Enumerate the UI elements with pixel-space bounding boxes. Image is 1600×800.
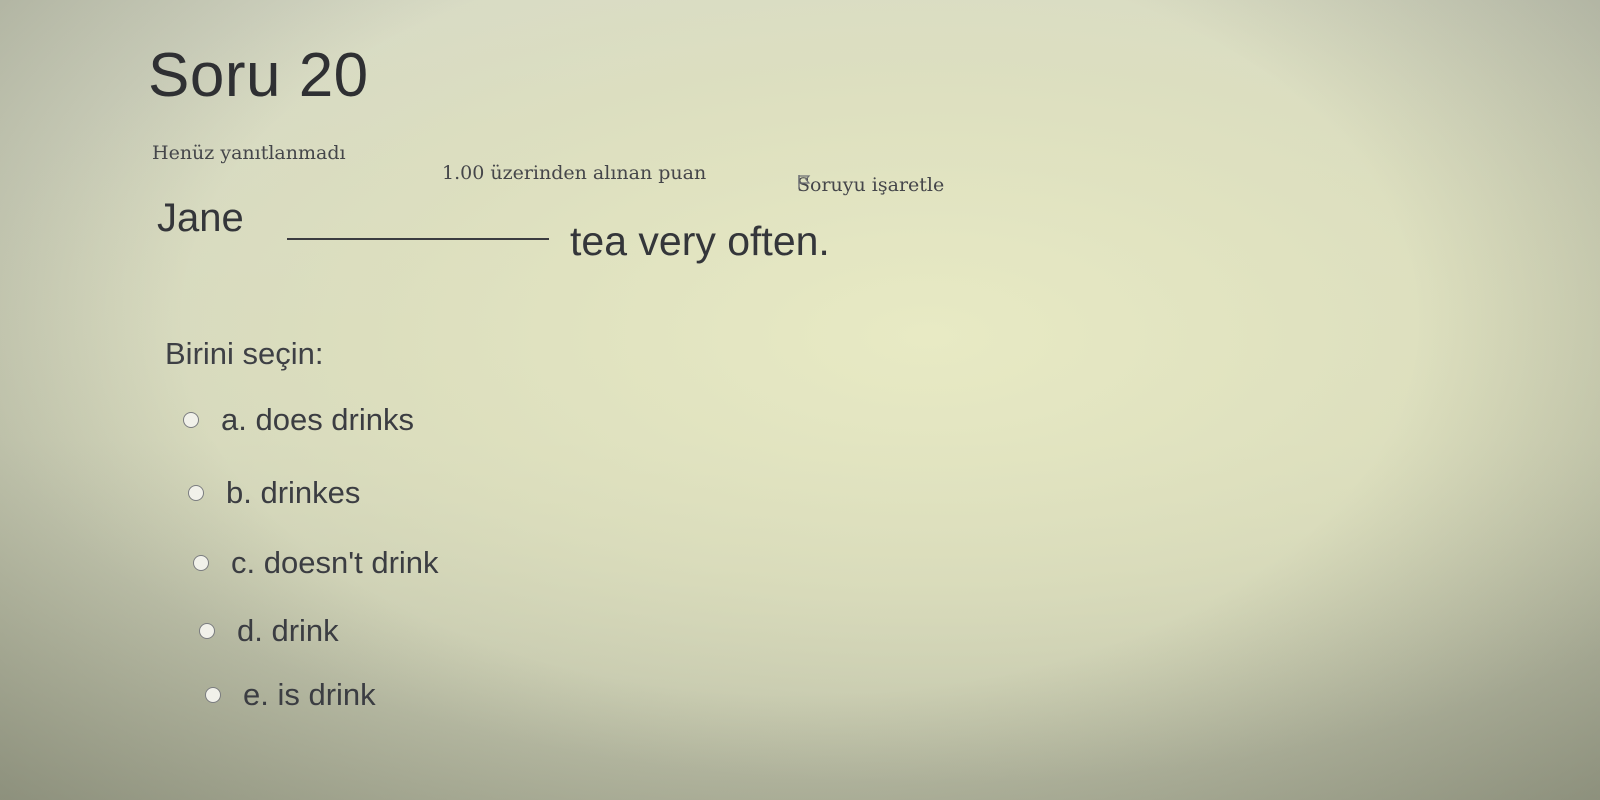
question-title: Soru 20 <box>148 41 369 110</box>
answer-option-e[interactable]: e. is drink <box>205 677 376 713</box>
flag-icon <box>797 174 811 190</box>
radio-unselected-icon[interactable] <box>193 555 209 571</box>
question-blank <box>287 238 549 240</box>
radio-unselected-icon[interactable] <box>183 412 199 428</box>
question-grade: 1.00 üzerinden alınan puan <box>442 162 707 184</box>
answer-label: a. does drinks <box>221 402 414 437</box>
answer-option-a[interactable]: a. does drinks <box>183 402 414 438</box>
answer-label: c. doesn't drink <box>231 545 439 580</box>
answer-prompt: Birini seçin: <box>165 336 324 371</box>
question-info: Henüz yanıtlanmadı 1.00 üzerinden alınan… <box>152 142 1032 196</box>
flag-question-label: Soruyu işaretle <box>797 174 945 196</box>
radio-unselected-icon[interactable] <box>199 623 215 639</box>
radio-unselected-icon[interactable] <box>205 687 221 703</box>
answer-option-c[interactable]: c. doesn't drink <box>193 545 439 581</box>
answer-option-b[interactable]: b. drinkes <box>188 475 360 511</box>
question-state: Henüz yanıtlanmadı <box>152 142 346 164</box>
flag-question-link[interactable]: Soruyu işaretle <box>797 174 944 196</box>
answer-label: b. drinkes <box>226 475 361 510</box>
radio-unselected-icon[interactable] <box>188 485 204 501</box>
question-text-rest: tea very often. <box>570 218 830 264</box>
question-text-subject: Jane <box>157 196 244 240</box>
answer-option-d[interactable]: d. drink <box>199 613 339 649</box>
answer-label: d. drink <box>237 613 339 648</box>
answer-label: e. is drink <box>243 677 376 712</box>
